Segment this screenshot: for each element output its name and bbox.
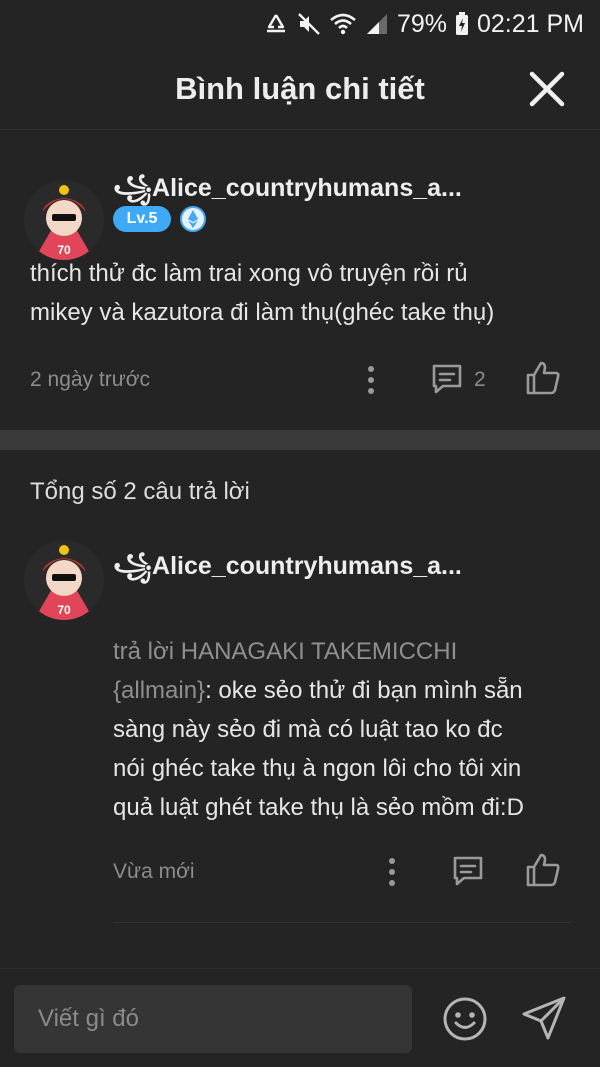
recycle-data-icon <box>263 12 289 36</box>
more-options-icon[interactable] <box>383 856 401 888</box>
battery-percentage: 79% <box>396 9 447 38</box>
reply-username[interactable]: ꧁Alice_countryhumans_a... <box>113 546 483 597</box>
emoji-icon[interactable] <box>441 995 489 1043</box>
avatar[interactable]: 70 <box>24 540 104 620</box>
reply-text-line: trả lời HANAGAKI TAKEMICCHI <box>113 632 573 671</box>
reply-text: trả lời HANAGAKI TAKEMICCHI {allmain}: o… <box>113 632 573 827</box>
reply-to-label: trả lời HANAGAKI TAKEMICCHI <box>113 638 458 665</box>
page-header: Bình luận chi tiết <box>0 48 600 130</box>
clock: 02:21 PM <box>476 9 584 38</box>
comment-text-line: thích thử đc làm trai xong vô truyện rồi… <box>30 260 468 287</box>
reply-count: 2 <box>474 368 486 391</box>
reply-time: Vừa mới <box>113 860 195 883</box>
page-title: Bình luận chi tiết <box>175 70 425 106</box>
reply-text-first: : oke sẻo thử đi bạn mình sẵn <box>205 677 523 704</box>
signal-icon <box>365 12 389 36</box>
reply-text-line: quả luật ghét take thụ là sẻo mồm đi:D <box>113 794 524 821</box>
svg-text:70: 70 <box>57 603 71 617</box>
reply-text-line: nói ghéc take thụ à ngon lôi cho tôi xin <box>113 755 522 782</box>
battery-charging-icon <box>455 12 469 36</box>
comment-input[interactable] <box>14 985 412 1053</box>
more-options-icon[interactable] <box>362 364 380 396</box>
avatar[interactable]: 70 <box>24 180 104 260</box>
comment-composer <box>0 968 600 1067</box>
mute-icon <box>297 12 321 36</box>
close-icon[interactable] <box>528 70 566 108</box>
like-icon[interactable] <box>524 852 562 888</box>
section-divider <box>0 430 600 450</box>
send-icon[interactable] <box>519 993 569 1043</box>
replies-total: Tổng số 2 câu trả lời <box>30 478 250 505</box>
like-icon[interactable] <box>524 360 562 396</box>
ethereum-badge-icon <box>180 206 206 232</box>
wifi-icon <box>329 12 357 36</box>
status-bar: 79% 02:21 PM <box>0 0 600 48</box>
main-comment: 70 ꧁Alice_countryhumans_a... Lv.5 thích … <box>0 130 600 430</box>
reply-divider <box>113 922 570 923</box>
level-badge: Lv.5 <box>113 206 171 232</box>
reply-comment-icon[interactable] <box>430 362 464 396</box>
reply-comment-icon[interactable] <box>451 854 485 888</box>
reply-text-line: {allmain}: oke sẻo thử đi bạn mình sẵn <box>113 671 573 710</box>
comment-text-line: mikey và kazutora đi làm thụ(ghéc take t… <box>30 299 495 326</box>
comment-text: thích thử đc làm trai xong vô truyện rồi… <box>30 254 494 332</box>
reply-text-line: sàng này sẻo đi mà có luật tao ko đc <box>113 716 503 743</box>
reply-to-tag: {allmain} <box>113 677 206 704</box>
comment-time: 2 ngày trước <box>30 368 151 391</box>
